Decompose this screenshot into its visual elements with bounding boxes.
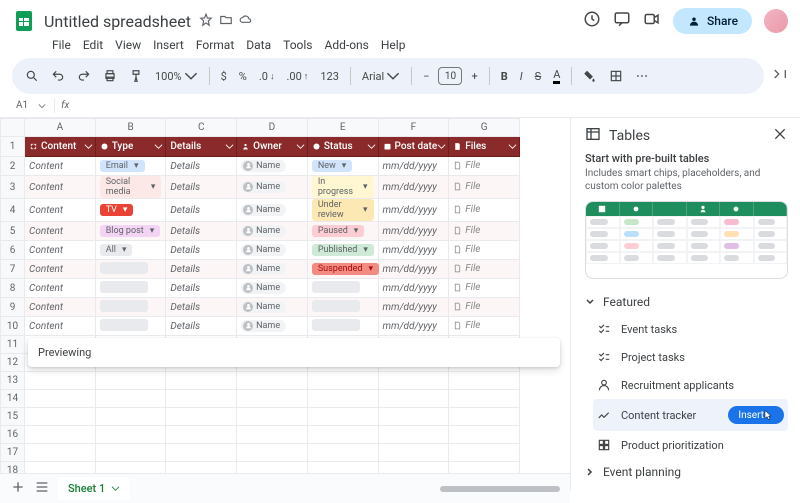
spreadsheet-grid[interactable]: ABCDEFG 1 Content Type Details Owner Sta… (0, 118, 570, 491)
template-recruitment[interactable]: Recruitment applicants (593, 371, 788, 399)
undo-icon[interactable] (48, 69, 68, 83)
menubar: File Edit View Insert Format Data Tools … (12, 34, 788, 58)
preview-banner: Previewing (28, 338, 560, 367)
sheet-tab[interactable]: Sheet 1 (58, 477, 130, 500)
menu-edit[interactable]: Edit (83, 38, 103, 52)
search-menus-icon[interactable] (22, 69, 42, 83)
template-event-tasks[interactable]: Event tasks (593, 315, 788, 343)
fontsize-dec-icon[interactable]: − (420, 70, 432, 83)
doc-title[interactable]: Untitled spreadsheet (44, 12, 191, 31)
decimal-inc-icon[interactable]: .00↑ (284, 70, 312, 83)
bold-icon[interactable]: B (498, 70, 511, 83)
section-customer-relations[interactable]: Customer relations (585, 485, 788, 491)
italic-icon[interactable]: I (517, 70, 526, 83)
print-icon[interactable] (100, 69, 120, 83)
fill-color-icon[interactable] (580, 69, 600, 83)
sidepanel-toggle-icon[interactable] (772, 66, 788, 86)
move-icon[interactable] (219, 12, 233, 31)
formula-bar[interactable]: fx (55, 100, 69, 111)
name-box[interactable]: A1 (12, 98, 55, 113)
sidebar-title: Tables (609, 128, 650, 144)
template-content-tracker[interactable]: Content tracker Insert (593, 399, 788, 431)
menu-addons[interactable]: Add-ons (325, 38, 369, 52)
share-button[interactable]: Share (673, 8, 752, 34)
paint-format-icon[interactable] (126, 69, 146, 83)
section-event-planning[interactable]: Event planning (585, 459, 788, 485)
menu-insert[interactable]: Insert (153, 38, 184, 52)
all-sheets-icon[interactable] (34, 479, 50, 498)
menu-file[interactable]: File (52, 38, 71, 52)
table-row[interactable]: 2 Content Email▾ Details Name New▾ mm/dd… (1, 157, 520, 176)
template-product-priority[interactable]: Product prioritization (593, 431, 788, 459)
strike-icon[interactable]: S (532, 70, 545, 83)
table-row[interactable]: 8 Content Details Name mm/dd/yyyy File (1, 279, 520, 298)
table-row[interactable]: 9 Content Details Name mm/dd/yyyy File (1, 298, 520, 317)
table-row[interactable]: 3 Content Social media▾ Details Name In … (1, 176, 520, 199)
table-row[interactable]: 5 Content Blog post▾ Details Name Paused… (1, 222, 520, 241)
menu-view[interactable]: View (115, 38, 141, 52)
toolbar: 100% $ % .0↓ .00↑ 123 Arial − 10 + B I S… (12, 58, 764, 94)
close-icon[interactable] (772, 126, 788, 146)
text-color-icon[interactable]: A (550, 68, 563, 84)
currency-icon[interactable]: $ (218, 70, 230, 83)
sheet-footer: Sheet 1 (0, 473, 570, 503)
horizontal-scrollbar[interactable] (440, 486, 560, 492)
table-row[interactable]: 4 Content TV▾ Details Name Under review▾… (1, 199, 520, 222)
redo-icon[interactable] (74, 69, 94, 83)
number-format-dropdown[interactable]: 123 (317, 70, 342, 83)
fontsize-inc-icon[interactable]: + (468, 70, 480, 83)
table-row[interactable]: 6 Content All▾ Details Name Published▾ m… (1, 241, 520, 260)
add-sheet-icon[interactable] (10, 479, 26, 498)
tables-sidebar: Tables Start with pre-built tables Inclu… (570, 118, 800, 491)
zoom-dropdown[interactable]: 100% (152, 69, 201, 83)
cloud-status-icon[interactable] (239, 12, 253, 31)
sheets-logo-icon[interactable] (12, 9, 36, 33)
font-dropdown[interactable]: Arial (359, 69, 403, 83)
tables-icon (585, 126, 601, 146)
menu-help[interactable]: Help (381, 38, 406, 52)
borders-icon[interactable] (606, 69, 626, 83)
section-featured[interactable]: Featured (585, 289, 788, 315)
sidebar-subtitle: Start with pre-built tables (585, 152, 788, 165)
decimal-dec-icon[interactable]: .0↓ (256, 70, 278, 83)
meet-icon[interactable] (643, 10, 661, 32)
template-preview (585, 201, 788, 279)
avatar[interactable] (764, 9, 788, 33)
template-project-tasks[interactable]: Project tasks (593, 343, 788, 371)
menu-format[interactable]: Format (196, 38, 234, 52)
menu-tools[interactable]: Tools (283, 38, 312, 52)
table-row[interactable]: 7 Content Details Name Suspended▾ mm/dd/… (1, 260, 520, 279)
comments-icon[interactable] (613, 10, 631, 32)
history-icon[interactable] (583, 10, 601, 32)
fontsize-input[interactable]: 10 (438, 67, 462, 85)
more-toolbar-icon[interactable] (632, 69, 652, 83)
menu-data[interactable]: Data (246, 38, 271, 52)
insert-button[interactable]: Insert (728, 406, 784, 424)
sidebar-desc: Includes smart chips, placeholders, and … (585, 165, 788, 201)
percent-icon[interactable]: % (236, 70, 250, 83)
table-row[interactable]: 10 Content Details Name mm/dd/yyyy File (1, 317, 520, 336)
star-icon[interactable] (199, 12, 213, 31)
